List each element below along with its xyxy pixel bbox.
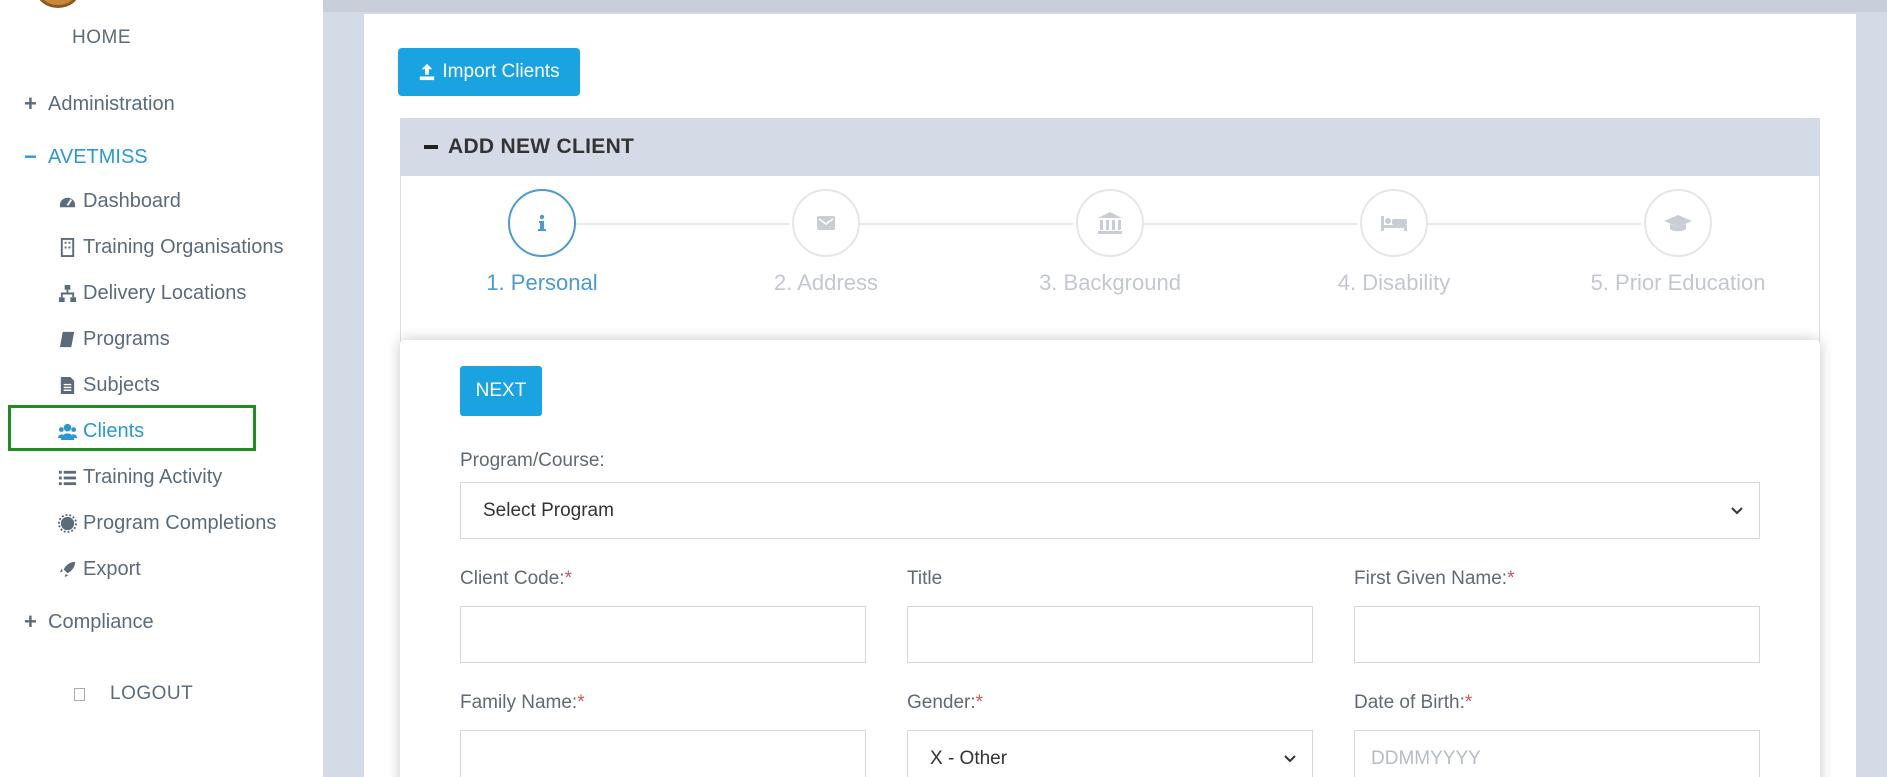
logout-link[interactable]: LOGOUT	[74, 683, 193, 705]
first-given-name-input[interactable]	[1354, 606, 1760, 663]
step-label-background[interactable]: 3. Background	[990, 270, 1230, 296]
chevron-down-icon	[1284, 755, 1296, 763]
title-input[interactable]	[907, 606, 1313, 663]
sidebar-item-dashboard[interactable]: Dashboard	[58, 190, 181, 213]
bed-icon	[1381, 216, 1407, 231]
sidebar-item-delivery-locations[interactable]: Delivery Locations	[58, 282, 246, 305]
gender-select-value: X - Other	[930, 747, 1008, 769]
sidebar-item-label: Export	[83, 558, 141, 580]
sidebar-item-label: Program Completions	[83, 512, 277, 534]
rocket-icon	[59, 561, 76, 578]
first-given-name-label: First Given Name:*	[1354, 568, 1515, 589]
client-code-input[interactable]	[460, 606, 866, 663]
list-icon	[58, 470, 77, 486]
info-icon	[538, 214, 546, 231]
gender-label: Gender:*	[907, 692, 984, 713]
sidebar-item-label: Programs	[83, 328, 170, 350]
step-personal[interactable]	[508, 189, 576, 257]
step-label-prior-education[interactable]: 5. Prior Education	[1558, 270, 1798, 296]
sidebar-item-training-activity[interactable]: Training Activity	[58, 466, 222, 489]
step-prior-education[interactable]	[1644, 189, 1712, 257]
family-name-label: Family Name:*	[460, 692, 585, 713]
home-link[interactable]: HOME	[72, 27, 131, 49]
main-card: Import Clients ADD NEW CLIENT 1. Persona…	[364, 14, 1856, 777]
avetmiss-link[interactable]: − AVETMISS	[24, 144, 148, 170]
gender-select[interactable]: X - Other	[907, 730, 1313, 777]
title-label: Title	[907, 568, 943, 589]
program-course-label: Program/Course:	[460, 450, 605, 471]
sidebar-item-label: Training Organisations	[83, 236, 284, 258]
logout-label: LOGOUT	[110, 683, 194, 704]
date-of-birth-input[interactable]	[1354, 730, 1760, 777]
plus-icon: +	[24, 609, 37, 634]
step-connector	[575, 223, 789, 225]
sidebar-item-label: Training Activity	[83, 466, 223, 488]
client-code-label: Client Code:*	[460, 568, 572, 589]
sidebar-item-label: Delivery Locations	[83, 282, 247, 304]
avetmiss-label: AVETMISS	[48, 145, 148, 168]
program-select[interactable]: Select Program	[460, 482, 1760, 539]
envelope-icon	[817, 216, 835, 230]
sidebar-item-export[interactable]: Export	[58, 558, 141, 581]
clients-highlight-box	[8, 405, 256, 451]
sidebar-item-label: Subjects	[83, 374, 160, 396]
step-label-personal[interactable]: 1. Personal	[422, 270, 662, 296]
program-select-value: Select Program	[483, 499, 614, 521]
sidebar-item-label: Dashboard	[83, 190, 181, 212]
next-button[interactable]: NEXT	[460, 366, 542, 416]
date-of-birth-label: Date of Birth:*	[1354, 692, 1473, 713]
chevron-down-icon	[1731, 507, 1743, 515]
client-form: NEXT Program/Course: Select Program Clie…	[400, 340, 1820, 777]
add-new-client-header[interactable]: ADD NEW CLIENT	[400, 118, 1820, 176]
import-clients-label: Import Clients	[442, 61, 560, 82]
compliance-link[interactable]: + Compliance	[24, 609, 154, 635]
administration-label: Administration	[48, 92, 175, 115]
sidebar-item-training-organisations[interactable]: Training Organisations	[58, 236, 283, 259]
administration-link[interactable]: + Administration	[24, 91, 175, 117]
step-connector	[1427, 223, 1641, 225]
top-strip	[323, 0, 1887, 12]
badge-icon	[58, 514, 77, 533]
sidebar-item-program-completions[interactable]: Program Completions	[58, 512, 276, 535]
sidebar-item-subjects[interactable]: Subjects	[58, 374, 160, 397]
plus-icon: +	[24, 91, 37, 116]
step-disability[interactable]	[1360, 189, 1428, 257]
graduation-cap-icon	[1664, 215, 1692, 232]
sidebar: HOME + Administration − AVETMISS Dashboa…	[0, 0, 323, 777]
step-label-disability[interactable]: 4. Disability	[1274, 270, 1514, 296]
step-connector	[859, 223, 1073, 225]
import-clients-button[interactable]: Import Clients	[398, 48, 580, 96]
avatar[interactable]	[36, 0, 80, 8]
sitemap-icon	[58, 284, 77, 303]
family-name-input[interactable]	[460, 730, 866, 777]
dashboard-icon	[59, 197, 76, 208]
panel-title: ADD NEW CLIENT	[448, 135, 635, 158]
upload-icon	[420, 63, 435, 81]
minus-icon: −	[24, 144, 37, 169]
file-text-icon	[60, 376, 75, 395]
book-icon	[59, 331, 75, 348]
building-icon	[60, 238, 75, 257]
step-label-address[interactable]: 2. Address	[706, 270, 946, 296]
compliance-label: Compliance	[48, 610, 154, 633]
step-connector	[1143, 223, 1357, 225]
step-background[interactable]	[1076, 189, 1144, 257]
sidebar-item-programs[interactable]: Programs	[58, 328, 170, 351]
step-address[interactable]	[792, 189, 860, 257]
logout-icon	[74, 687, 85, 701]
bank-icon	[1098, 212, 1122, 234]
collapse-icon	[424, 145, 438, 149]
